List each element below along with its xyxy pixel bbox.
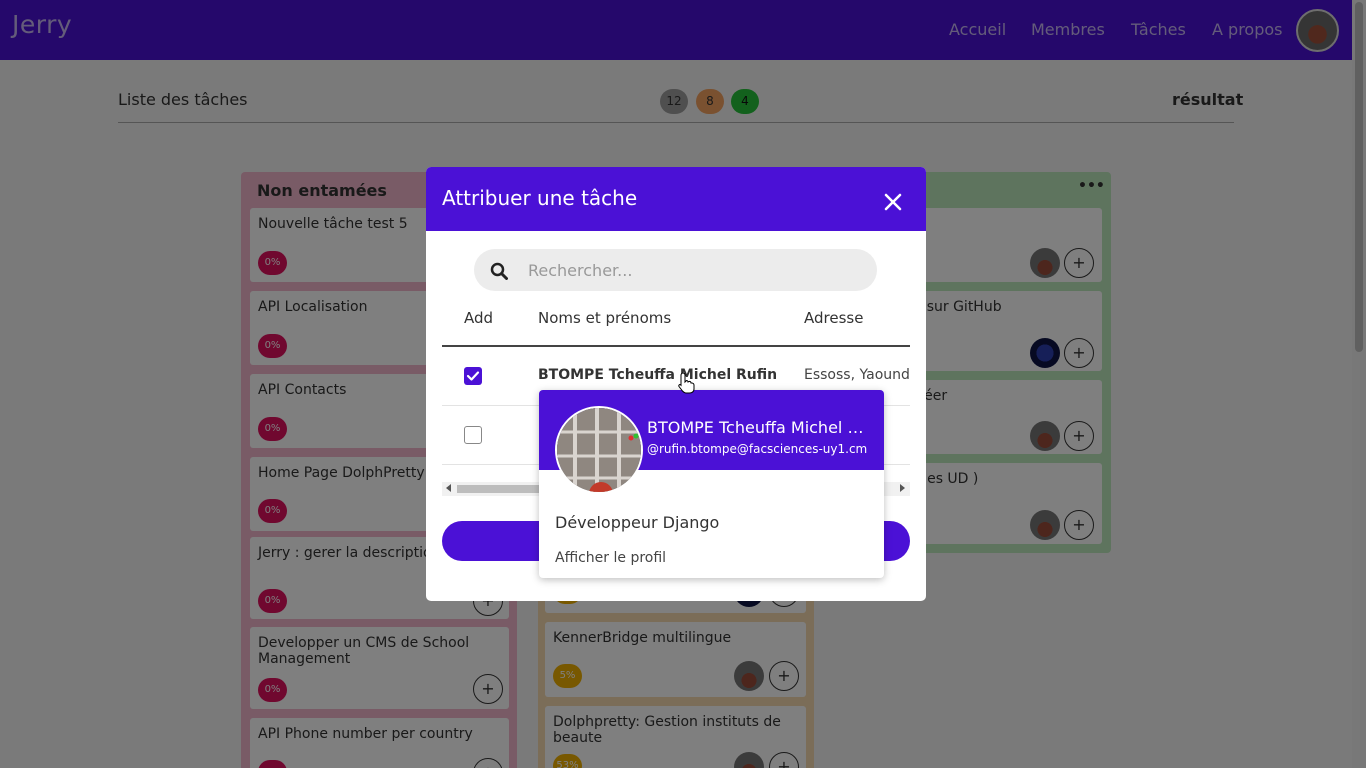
search-input[interactable] <box>528 249 858 291</box>
member-checkbox-checked[interactable] <box>464 367 482 385</box>
member-avatar <box>555 406 643 494</box>
column-header-address: Adresse <box>804 309 864 327</box>
scroll-right-icon[interactable] <box>900 484 905 492</box>
column-header-add: Add <box>464 309 494 327</box>
hand-cursor-icon <box>678 372 695 394</box>
modal-header: Attribuer une tâche <box>426 167 926 231</box>
hover-card-email: @rufin.btompe@facsciences-uy1.cm <box>647 442 868 456</box>
check-icon <box>466 371 480 381</box>
search-icon <box>490 262 508 280</box>
modal-title: Attribuer une tâche <box>442 186 638 210</box>
search-box <box>474 249 877 291</box>
table-header-divider <box>442 345 910 347</box>
hover-card-role: Développeur Django <box>555 513 720 532</box>
member-checkbox[interactable] <box>464 426 482 444</box>
member-name: BTOMPE Tcheuffa Michel Rufin <box>538 367 778 383</box>
view-profile-link[interactable]: Afficher le profil <box>555 550 666 566</box>
hover-card-name: BTOMPE Tcheuffa Michel R... <box>647 418 872 437</box>
close-icon[interactable] <box>882 191 904 213</box>
member-photo <box>557 408 641 492</box>
member-address: Essoss, Yaoundé <box>804 367 910 383</box>
column-header-name: Noms et prénoms <box>538 309 672 327</box>
scroll-left-icon[interactable] <box>446 484 451 492</box>
member-hover-card: BTOMPE Tcheuffa Michel R... @rufin.btomp… <box>539 390 884 578</box>
